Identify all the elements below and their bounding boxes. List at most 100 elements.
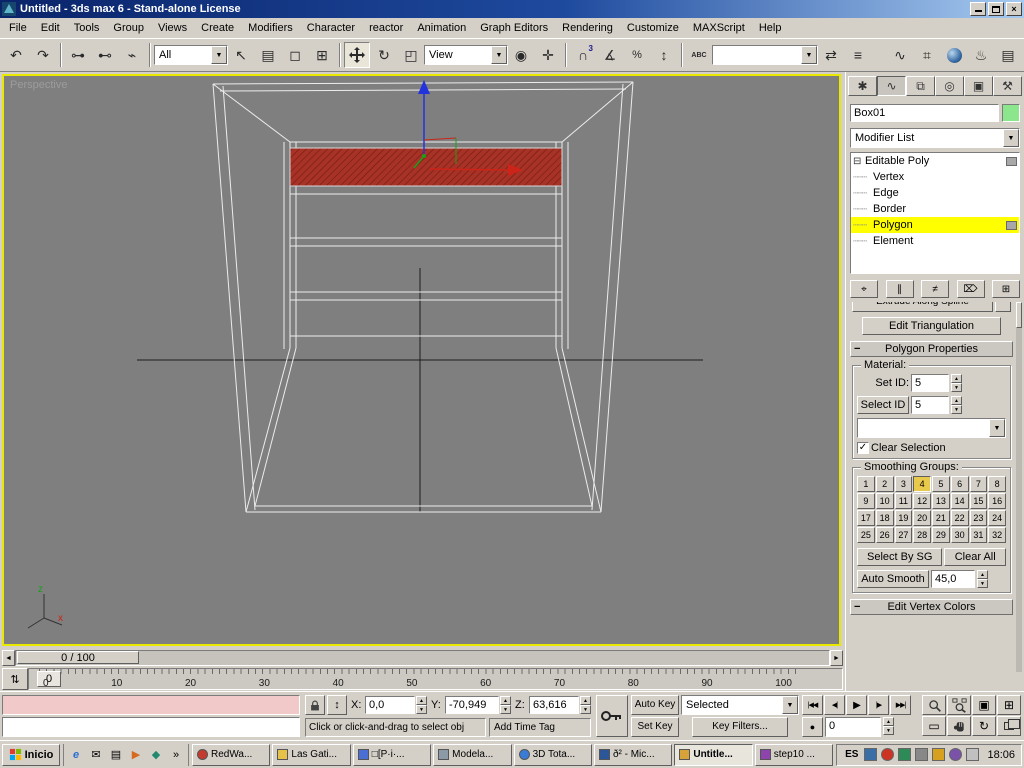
minimize-button[interactable] [970, 2, 986, 16]
maximize-button[interactable] [988, 2, 1004, 16]
smoothing-group-button[interactable]: 13 [932, 493, 950, 509]
taskbar-task[interactable]: RedWa... [192, 743, 271, 766]
select-id-spinner[interactable]: ▲ ▼ [951, 396, 962, 414]
select-id-button[interactable]: Select ID [857, 396, 909, 414]
play-button[interactable]: ▶ [846, 695, 867, 715]
tray-icon-5[interactable] [932, 748, 946, 761]
key-filters-button[interactable]: Key Filters... [692, 717, 788, 737]
zoom-button[interactable] [922, 695, 946, 715]
smoothing-group-button[interactable]: 15 [969, 493, 988, 509]
key-mode-dropdown[interactable]: Selected ▼ [681, 695, 799, 715]
smoothing-group-button[interactable]: 19 [894, 510, 913, 526]
select-and-move-button[interactable] [344, 42, 370, 68]
smoothing-group-button[interactable]: 23 [969, 510, 988, 526]
select-by-sg-button[interactable]: Select By SG [857, 548, 943, 566]
stack-item-vertex[interactable]: ┄┄┄ Vertex [851, 169, 1019, 185]
auto-smooth-button[interactable]: Auto Smooth [857, 570, 929, 588]
make-unique-button[interactable]: ≠ [921, 280, 949, 298]
z-coordinate-spinner[interactable]: ▲ ▼ [580, 696, 591, 714]
region-zoom-button[interactable]: ▭ [922, 716, 946, 736]
x-coordinate-spinner[interactable]: ▲ ▼ [416, 696, 427, 714]
spinner-up-icon[interactable]: ▲ [951, 396, 962, 405]
menu-item[interactable]: Views [151, 20, 194, 36]
stack-item-border[interactable]: ┄┄┄ Border [851, 201, 1019, 217]
menu-item[interactable]: Group [106, 20, 151, 36]
pin-stack-button[interactable]: ⌖ [850, 280, 878, 298]
viewport-canvas[interactable]: z x [4, 76, 839, 640]
open-mini-curve-editor-button[interactable]: ⇅ [2, 668, 28, 690]
taskbar-task[interactable]: Modela... [433, 743, 512, 766]
smoothing-group-button[interactable]: 25 [857, 527, 875, 543]
taskbar-task[interactable]: Las Gati... [272, 743, 351, 766]
zoom-extents-button[interactable]: ▣ [972, 695, 996, 715]
percent-snap-toggle[interactable]: % [624, 42, 650, 68]
dropdown-arrow-icon[interactable]: ▼ [211, 46, 227, 64]
use-pivot-center-button[interactable]: ◉ [508, 42, 534, 68]
modifier-list-dropdown[interactable]: Modifier List ▼ [850, 128, 1020, 148]
y-coordinate-spinner[interactable]: ▲ ▼ [500, 696, 511, 714]
dropdown-arrow-icon[interactable]: ▼ [989, 419, 1005, 437]
select-id-field[interactable]: 5 [911, 396, 949, 414]
stack-item-element[interactable]: ┄┄┄ Element [851, 233, 1019, 249]
pan-button[interactable] [947, 716, 971, 736]
selected-polygon[interactable] [289, 147, 563, 187]
tray-icon-3[interactable] [898, 748, 912, 761]
key-mode-toggle-button[interactable]: ● [802, 717, 823, 737]
taskbar-task[interactable]: 3D Tota... [513, 743, 592, 766]
menu-item[interactable]: Create [194, 20, 241, 36]
menu-item[interactable]: Character [300, 20, 362, 36]
stack-item-polygon[interactable]: ┄┄┄ Polygon [851, 217, 1019, 233]
tab-create[interactable]: ✱ [848, 76, 877, 96]
menu-item[interactable]: Edit [34, 20, 67, 36]
smoothing-group-button[interactable]: 32 [988, 527, 1006, 543]
select-and-manipulate-button[interactable]: ✛ [535, 42, 561, 68]
bind-to-space-warp-button[interactable]: ⌁ [119, 42, 145, 68]
zoom-all-button[interactable] [947, 695, 971, 715]
smoothing-group-button[interactable]: 28 [913, 527, 931, 543]
menu-item[interactable]: Graph Editors [473, 20, 555, 36]
selection-filter-dropdown[interactable]: All ▼ [154, 45, 228, 65]
smoothing-group-button[interactable]: 2 [875, 476, 894, 492]
arc-rotate-button[interactable]: ↻ [972, 716, 996, 736]
smoothing-group-button[interactable]: 18 [875, 510, 894, 526]
smoothing-group-button[interactable]: 17 [857, 510, 875, 526]
dropdown-arrow-icon[interactable]: ▼ [1003, 129, 1019, 147]
smoothing-group-button[interactable]: 21 [932, 510, 950, 526]
smoothing-group-button[interactable]: 10 [875, 493, 894, 509]
smoothing-group-button[interactable]: 5 [932, 476, 950, 492]
rollout-scrollbar-thumb[interactable] [1016, 302, 1022, 328]
object-color-swatch[interactable] [1002, 104, 1020, 122]
spinner-up-icon[interactable]: ▲ [951, 374, 962, 383]
smoothing-group-button[interactable]: 24 [988, 510, 1006, 526]
smoothing-group-button[interactable]: 7 [969, 476, 988, 492]
set-key-button[interactable]: Set Key [631, 717, 679, 737]
snap-toggle-button[interactable]: ∩ 3 [570, 42, 596, 68]
time-slider-track[interactable]: 0 / 100 [15, 650, 830, 666]
spinner-down-icon[interactable]: ▼ [580, 705, 591, 714]
auto-smooth-field[interactable]: 45,0 [931, 570, 975, 588]
taskbar-task-active[interactable]: Untitle... [674, 743, 753, 766]
quick-render-button[interactable]: ▤ [995, 42, 1021, 68]
modifier-state-box[interactable] [1006, 156, 1017, 166]
quicklaunch-overflow-chevron[interactable]: » [168, 747, 184, 763]
auto-key-button[interactable]: Auto Key [631, 695, 679, 715]
taskbar-task[interactable]: □[P·i·... [352, 743, 432, 766]
modifier-stack-list[interactable]: ⊟ Editable Poly ┄┄┄ Vertex ┄┄┄ Edge ┄┄┄ … [850, 152, 1020, 274]
z-coordinate-field[interactable]: 63,616 [529, 696, 579, 714]
quicklaunch-messenger-icon[interactable]: ◆ [148, 747, 164, 763]
spinner-down-icon[interactable]: ▼ [416, 705, 427, 714]
schematic-view-button[interactable]: ⌗ [914, 42, 940, 68]
spinner-down-icon[interactable]: ▼ [500, 705, 511, 714]
extrude-along-spline-settings-button[interactable] [995, 302, 1011, 312]
smoothing-group-button[interactable]: 27 [894, 527, 913, 543]
quicklaunch-mail-icon[interactable]: ✉ [88, 747, 104, 763]
zoom-extents-all-button[interactable]: ⊞ [997, 695, 1021, 715]
maxscript-listener-line2[interactable] [2, 717, 300, 737]
dropdown-arrow-icon[interactable]: ▼ [782, 696, 798, 714]
redo-button[interactable]: ↷ [30, 42, 56, 68]
menu-item[interactable]: Tools [67, 20, 107, 36]
clear-selection-checkbox[interactable]: ✓ [857, 442, 869, 454]
smoothing-group-button[interactable]: 3 [894, 476, 913, 492]
collapse-tree-icon[interactable]: ⊟ [853, 156, 865, 167]
window-crossing-toggle[interactable]: ⊞ [309, 42, 335, 68]
